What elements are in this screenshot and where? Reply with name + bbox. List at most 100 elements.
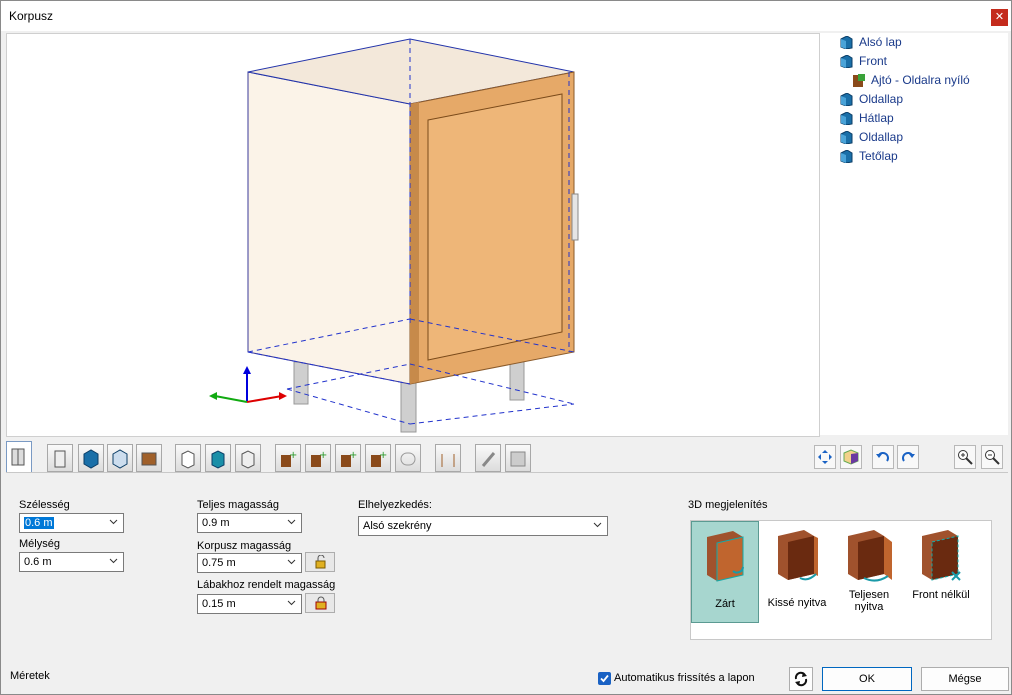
component-tree: Alsó lap Front Ajtó - Oldalra nyíló Olda… <box>820 33 1008 435</box>
view-option-label: Teljesen nyitva <box>848 589 890 613</box>
no-front-cabinet-icon <box>922 530 961 581</box>
auto-refresh-label: Automatikus frissítés a lapon <box>614 672 755 684</box>
tree-item[interactable]: Alsó lap <box>840 33 902 51</box>
shelf-panel-button[interactable] <box>136 444 162 472</box>
leg-height-combobox[interactable]: 0.15 m <box>197 594 302 614</box>
view-option-label: Front nélkül <box>912 589 970 601</box>
svg-text:+: + <box>289 450 297 461</box>
svg-text:+: + <box>319 450 327 461</box>
leg-height-label: Lábakhoz rendelt magasság <box>197 579 336 591</box>
cabinet-3d-model[interactable] <box>7 34 819 436</box>
pencil-icon[interactable] <box>475 444 501 472</box>
panel-icon <box>840 129 853 145</box>
tree-item-label: Tetőlap <box>859 149 898 163</box>
leg-height-value: 0.15 m <box>202 598 236 610</box>
close-icon[interactable]: ✕ <box>991 9 1008 26</box>
svg-text:+: + <box>379 450 387 461</box>
view-option-closed[interactable]: Zárt <box>691 521 759 623</box>
3d-display-options: Zárt Kissé nyitva Teljesen nyitva Front … <box>690 520 992 640</box>
rotate-right-icon[interactable] <box>897 445 919 469</box>
ajar-cabinet-icon <box>778 530 818 581</box>
side-panel-button[interactable] <box>107 444 133 472</box>
refresh-icon[interactable] <box>789 667 813 691</box>
panel-icon <box>840 110 853 126</box>
toolbar-divider <box>6 472 1008 473</box>
view-option-no-front[interactable]: Front nélkül <box>907 521 975 621</box>
tree-item-label: Front <box>859 54 888 68</box>
tree-item-label: Alsó lap <box>859 35 902 49</box>
chevron-down-icon <box>593 522 602 528</box>
ok-button[interactable]: OK <box>822 667 912 691</box>
body-height-label: Korpusz magasság <box>197 540 292 552</box>
add-drawer-button[interactable]: + <box>305 444 331 472</box>
3d-display-label: 3D megjelenítés <box>688 499 768 511</box>
add-door-button[interactable]: + <box>275 444 301 472</box>
save-icon[interactable] <box>505 444 531 472</box>
tree-item-label: Oldallap <box>859 92 904 106</box>
front-panel-button[interactable] <box>47 444 73 472</box>
panel-icon <box>840 53 853 69</box>
rotate-left-icon[interactable] <box>872 445 894 469</box>
door-icon <box>852 73 865 87</box>
total-height-label: Teljes magasság <box>197 499 279 511</box>
zoom-out-icon[interactable] <box>981 445 1003 469</box>
body-height-combobox[interactable]: 0.75 m <box>197 553 302 573</box>
3d-viewport[interactable] <box>6 33 820 437</box>
chevron-down-icon <box>287 519 296 525</box>
placement-label: Elhelyezkedés: <box>358 499 432 511</box>
depth-combobox[interactable]: 0.6 m <box>19 552 124 572</box>
depth-label: Mélység <box>19 538 60 550</box>
unlock-icon[interactable] <box>305 552 335 572</box>
chevron-down-icon <box>109 519 118 525</box>
panel-icon <box>840 91 853 107</box>
width-combobox[interactable]: 0.6 m <box>19 513 124 533</box>
view-option-label: Kissé nyitva <box>767 597 827 609</box>
add-shelf-button[interactable]: + <box>335 444 361 472</box>
panel-icon <box>840 34 853 50</box>
rail-button[interactable] <box>395 444 421 472</box>
view-option-ajar[interactable]: Kissé nyitva <box>763 521 831 621</box>
width-value: 0.6 m <box>24 517 54 529</box>
open-box-button[interactable] <box>235 444 261 472</box>
dialog-window: Korpusz ✕ Alsó lap Front Ajtó - Oldalra … <box>0 0 1012 695</box>
tree-item-label: Hátlap <box>859 111 894 125</box>
depth-value: 0.6 m <box>24 556 52 568</box>
open-cabinet-icon <box>848 530 892 582</box>
chevron-down-icon <box>287 600 296 606</box>
outline-box-button[interactable] <box>175 444 201 472</box>
checkmark-icon <box>600 674 609 683</box>
view-option-fully-open[interactable]: Teljesen nyitva <box>835 521 903 621</box>
dimensions-tab-button[interactable] <box>6 441 32 473</box>
fit-view-icon[interactable] <box>814 445 836 469</box>
tree-item-label: Ajtó - Oldalra nyíló <box>871 73 970 87</box>
total-height-combobox[interactable]: 0.9 m <box>197 513 302 533</box>
teal-box-button[interactable] <box>205 444 231 472</box>
closed-cabinet-icon <box>707 531 744 582</box>
add-panel-button[interactable]: + <box>365 444 391 472</box>
cube-panel-button[interactable] <box>78 444 104 472</box>
cancel-button[interactable]: Mégse <box>921 667 1009 691</box>
chevron-down-icon <box>109 558 118 564</box>
tree-item[interactable]: Oldallap <box>840 128 903 146</box>
tree-item[interactable]: Front <box>840 52 887 70</box>
legs-button[interactable] <box>435 444 461 472</box>
lock-icon[interactable] <box>305 593 335 613</box>
3d-cube-icon[interactable] <box>840 445 862 469</box>
tree-item[interactable]: Tetőlap <box>840 147 898 165</box>
svg-text:+: + <box>349 450 357 461</box>
chevron-down-icon <box>287 559 296 565</box>
tree-item-label: Oldallap <box>859 130 904 144</box>
tree-item[interactable]: Oldallap <box>840 90 903 108</box>
window-title: Korpusz <box>9 9 54 23</box>
placement-combobox[interactable]: Alsó szekrény <box>358 516 608 536</box>
placement-value: Alsó szekrény <box>363 520 432 532</box>
width-label: Szélesség <box>19 499 70 511</box>
tree-item[interactable]: Hátlap <box>840 109 894 127</box>
body-height-value: 0.75 m <box>202 557 236 569</box>
title-bar: Korpusz ✕ <box>1 1 1011 31</box>
auto-refresh-checkbox[interactable] <box>598 672 611 685</box>
panel-icon <box>840 148 853 164</box>
tree-item[interactable]: Ajtó - Oldalra nyíló <box>852 71 970 89</box>
total-height-value: 0.9 m <box>202 517 230 529</box>
zoom-in-icon[interactable] <box>954 445 976 469</box>
